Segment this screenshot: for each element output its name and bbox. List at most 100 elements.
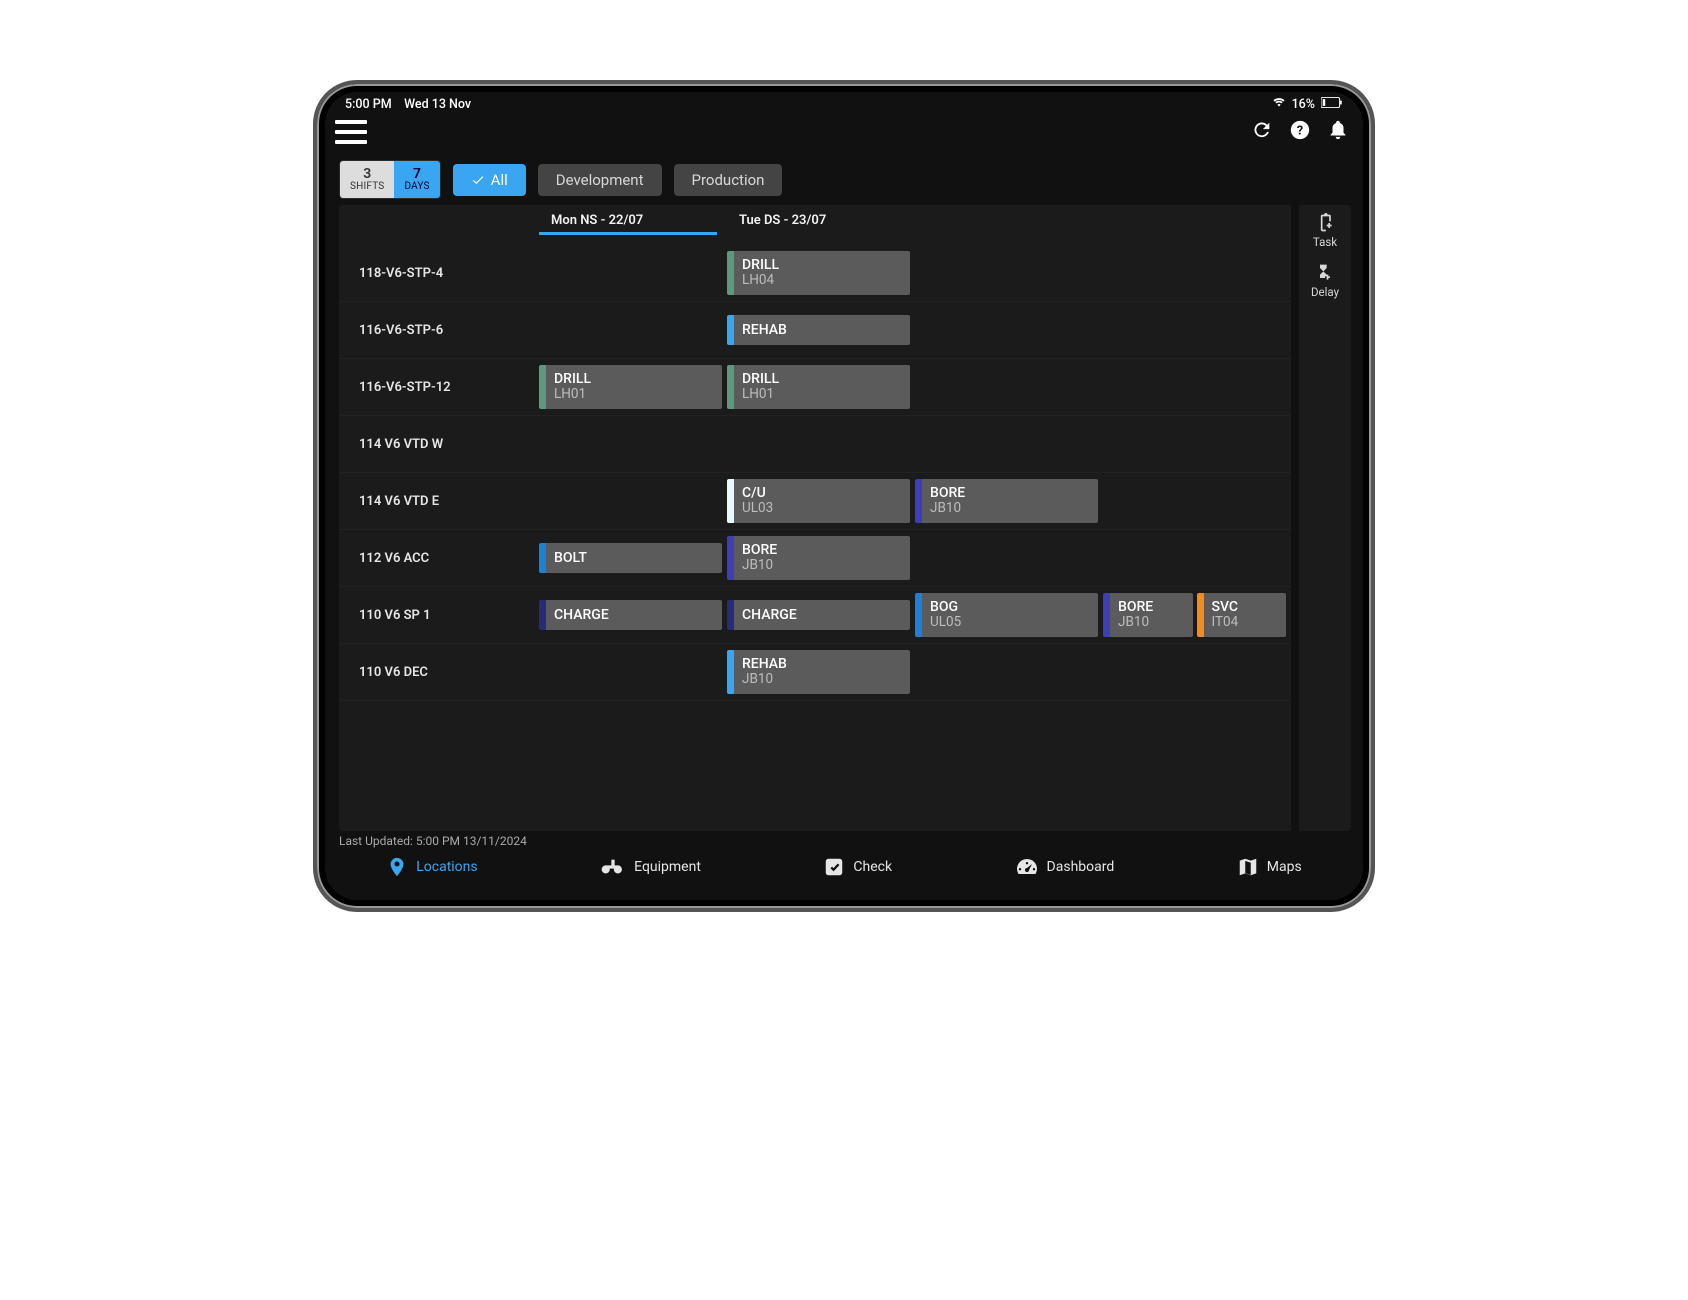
filter-production[interactable]: Production bbox=[674, 164, 783, 196]
task-block[interactable]: BOREJB10 bbox=[1103, 593, 1193, 637]
task-meta: JB10 bbox=[1118, 615, 1185, 631]
status-time: 5:00 PM bbox=[345, 97, 392, 112]
content: Mon NS - 22/07 Tue DS - 23/07 118-V6-STP… bbox=[325, 205, 1363, 831]
schedule-cell bbox=[539, 644, 727, 701]
task-title: BOG bbox=[930, 599, 1090, 615]
schedule-cell: REHABJB10 bbox=[727, 644, 915, 701]
nav-equipment[interactable]: Equipment bbox=[600, 857, 701, 877]
schedule-cell: DRILLLH01 bbox=[539, 359, 727, 416]
menu-icon[interactable] bbox=[335, 120, 367, 144]
task-block[interactable]: SVCIT04 bbox=[1197, 593, 1287, 637]
status-bar: 5:00 PM Wed 13 Nov 16% bbox=[325, 92, 1363, 114]
shift-header-2: Tue DS - 23/07 bbox=[727, 213, 905, 228]
task-block[interactable]: BOGUL05 bbox=[915, 593, 1098, 637]
schedule-cell: BOGUL05 bbox=[915, 587, 1103, 644]
filter-development[interactable]: Development bbox=[538, 164, 662, 196]
task-block[interactable]: DRILLLH01 bbox=[727, 365, 910, 409]
location-row-label: 110 V6 SP 1 bbox=[339, 587, 539, 644]
task-body: DRILLLH04 bbox=[734, 251, 910, 295]
task-body: DRILLLH01 bbox=[546, 365, 722, 409]
task-title: DRILL bbox=[742, 257, 902, 273]
task-title: BOLT bbox=[554, 550, 714, 566]
schedule-cell: BOREJB10 bbox=[727, 530, 915, 587]
status-right: 16% bbox=[1272, 97, 1343, 112]
schedule-cell: CHARGE bbox=[539, 587, 727, 644]
task-block[interactable]: DRILLLH01 bbox=[539, 365, 722, 409]
schedule-cell bbox=[539, 416, 727, 473]
check-icon bbox=[471, 173, 485, 187]
seg-days[interactable]: 7 DAYS bbox=[394, 161, 439, 198]
add-delay[interactable]: Delay bbox=[1311, 263, 1339, 299]
task-block[interactable]: DRILLLH04 bbox=[727, 251, 910, 295]
help-icon[interactable]: ? bbox=[1289, 119, 1311, 145]
task-color-bar bbox=[727, 251, 734, 295]
task-block[interactable]: BOREJB10 bbox=[915, 479, 1098, 523]
task-color-bar bbox=[915, 479, 922, 523]
nav-dashboard[interactable]: Dashboard bbox=[1015, 857, 1115, 877]
schedule-cell: C/UUL03 bbox=[727, 473, 915, 530]
task-color-bar bbox=[727, 600, 734, 630]
nav-locations[interactable]: Locations bbox=[386, 856, 477, 878]
status-date: Wed 13 Nov bbox=[404, 97, 471, 112]
task-block[interactable]: REHABJB10 bbox=[727, 650, 910, 694]
task-block[interactable]: CHARGE bbox=[727, 600, 910, 630]
task-meta: JB10 bbox=[742, 672, 902, 688]
svg-text:?: ? bbox=[1297, 124, 1303, 139]
task-block[interactable]: CHARGE bbox=[539, 600, 722, 630]
schedule-cell bbox=[539, 473, 727, 530]
task-color-bar bbox=[727, 650, 734, 694]
add-task[interactable]: Task bbox=[1313, 213, 1337, 249]
seg-shifts[interactable]: 3 SHIFTS bbox=[340, 161, 394, 198]
checklist-icon bbox=[823, 856, 845, 878]
task-title: CHARGE bbox=[742, 607, 902, 623]
schedule-cell: DRILLLH01 bbox=[727, 359, 915, 416]
refresh-icon[interactable] bbox=[1251, 119, 1273, 145]
right-rail: Task Delay bbox=[1299, 205, 1351, 831]
task-body: BOREJB10 bbox=[1110, 593, 1193, 637]
location-row-label: 116-V6-STP-12 bbox=[339, 359, 539, 416]
status-left: 5:00 PM Wed 13 Nov bbox=[345, 97, 471, 112]
task-title: C/U bbox=[742, 485, 902, 501]
nav-maps[interactable]: Maps bbox=[1237, 856, 1302, 878]
task-title: BORE bbox=[930, 485, 1090, 501]
schedule-cell bbox=[1103, 473, 1291, 530]
schedule-cell bbox=[915, 530, 1103, 587]
task-body: BOREJB10 bbox=[922, 479, 1098, 523]
task-title: REHAB bbox=[742, 322, 902, 338]
schedule-cell bbox=[915, 644, 1103, 701]
bell-icon[interactable] bbox=[1327, 119, 1349, 145]
schedule-cell bbox=[915, 245, 1103, 302]
task-title: DRILL bbox=[742, 371, 902, 387]
schedule-cell bbox=[1103, 302, 1291, 359]
schedule-cell bbox=[539, 245, 727, 302]
task-color-bar bbox=[539, 543, 546, 573]
task-block[interactable]: BOLT bbox=[539, 543, 722, 573]
nav-check[interactable]: Check bbox=[823, 856, 892, 878]
location-row-label: 110 V6 DEC bbox=[339, 644, 539, 701]
task-title: REHAB bbox=[742, 656, 902, 672]
toolbar: ? bbox=[325, 114, 1363, 156]
task-body: REHABJB10 bbox=[734, 650, 910, 694]
task-color-bar bbox=[1103, 593, 1110, 637]
gauge-icon bbox=[1015, 857, 1039, 877]
task-title: BORE bbox=[1118, 599, 1185, 615]
schedule-cell bbox=[1103, 644, 1291, 701]
location-row-label: 116-V6-STP-6 bbox=[339, 302, 539, 359]
location-row-label: 118-V6-STP-4 bbox=[339, 245, 539, 302]
location-row-label: 114 V6 VTD E bbox=[339, 473, 539, 530]
task-color-bar bbox=[727, 365, 734, 409]
task-block[interactable]: REHAB bbox=[727, 315, 910, 345]
task-block[interactable]: BOREJB10 bbox=[727, 536, 910, 580]
schedule-cell: DRILLLH04 bbox=[727, 245, 915, 302]
equipment-icon bbox=[600, 857, 626, 877]
battery-icon bbox=[1321, 97, 1343, 112]
filter-all[interactable]: All bbox=[453, 164, 526, 196]
task-body: REHAB bbox=[734, 315, 910, 345]
task-block[interactable]: C/UUL03 bbox=[727, 479, 910, 523]
task-color-bar bbox=[727, 315, 734, 345]
schedule-cell bbox=[1103, 530, 1291, 587]
schedule-grid: Mon NS - 22/07 Tue DS - 23/07 118-V6-STP… bbox=[339, 205, 1291, 831]
task-title: DRILL bbox=[554, 371, 714, 387]
task-color-bar bbox=[539, 365, 546, 409]
task-body: BOGUL05 bbox=[922, 593, 1098, 637]
